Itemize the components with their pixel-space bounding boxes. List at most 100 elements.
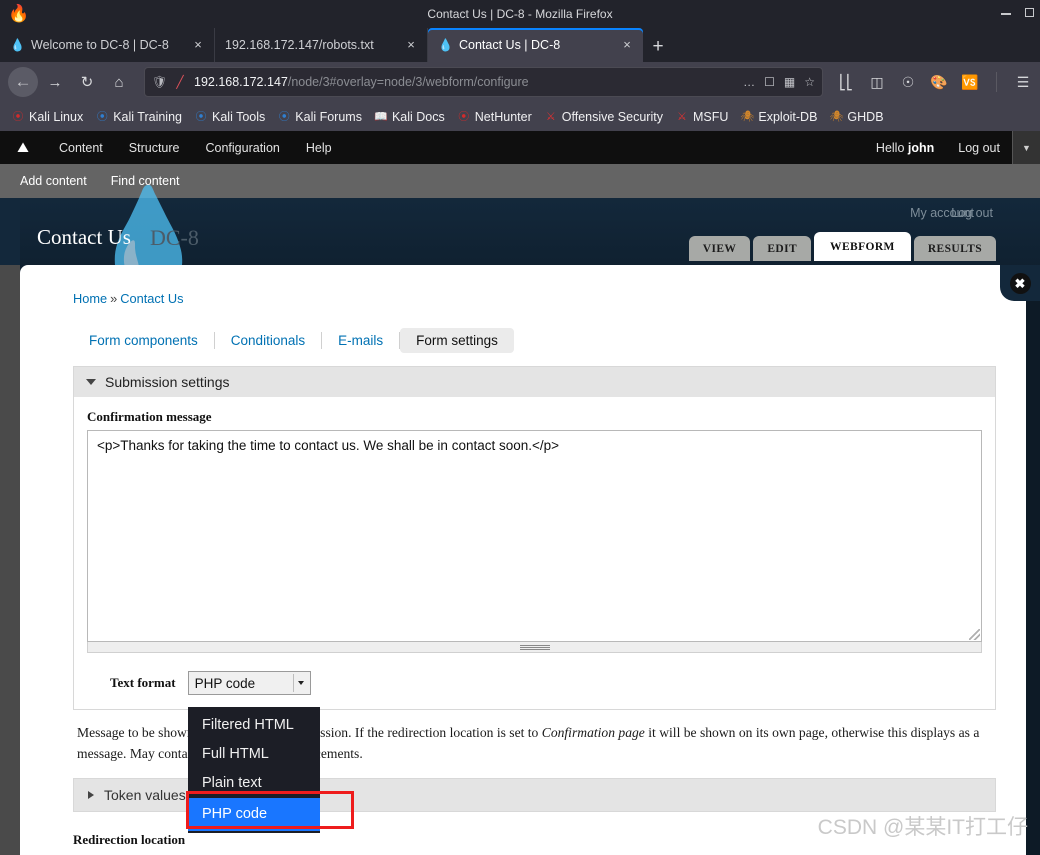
chevron-down-icon[interactable]: ▼ (1012, 131, 1040, 164)
resize-handle-icon[interactable] (969, 629, 980, 640)
window-controls (1001, 0, 1034, 28)
bookmark-label: Kali Forums (295, 109, 362, 124)
breadcrumb-home[interactable]: Home (73, 291, 107, 306)
bookmarks-toolbar: ⦿ Kali Linux ⦿ Kali Training ⦿ Kali Tool… (0, 102, 1040, 131)
bookmark-nethunter[interactable]: ⦿ NetHunter (452, 108, 537, 126)
menu-icon[interactable]: ☰ (1014, 74, 1032, 91)
drupal-favicon: 💧 (10, 38, 25, 52)
browser-tab-3[interactable]: 💧 Contact Us | DC-8 × (428, 28, 643, 62)
shortcut-add-content[interactable]: Add content (0, 174, 99, 188)
bookmark-label: Kali Docs (391, 109, 445, 124)
admin-menu-configuration[interactable]: Configuration (193, 141, 293, 155)
text-format-select[interactable]: PHP code (187, 671, 311, 695)
bookmark-label: Offensive Security (561, 109, 663, 124)
bookmark-kali-tools[interactable]: ⦿ Kali Tools (189, 108, 270, 126)
translate-addon-icon[interactable]: 🆚 (961, 74, 979, 91)
textarea-grippie[interactable] (87, 642, 982, 653)
forward-button[interactable]: → (40, 67, 70, 97)
admin-menu-content[interactable]: Content (46, 141, 116, 155)
admin-menu-structure[interactable]: Structure (116, 141, 193, 155)
bookmark-kali-docs[interactable]: 📖 Kali Docs (369, 108, 450, 126)
bookmark-kali-training[interactable]: ⦿ Kali Training (90, 108, 187, 126)
account-icon[interactable]: ☉ (899, 74, 917, 91)
bookmark-star-icon[interactable]: ☆ (804, 75, 815, 89)
text-format-row: Text format PHP code (86, 653, 983, 709)
kali-dragon-icon: ⦿ (195, 110, 207, 123)
kali-dragon-icon: ⦿ (278, 110, 290, 123)
chrome-icon-group: ⎣⎣ ◫ ☉ 🎨 🆚 ☰ (833, 72, 1032, 92)
chevron-down-icon[interactable] (292, 674, 308, 692)
overlay-close-button[interactable]: ✖ (1000, 265, 1040, 301)
bookmark-label: GHDB (847, 109, 884, 124)
firefox-logo-icon: 🔥 (8, 4, 30, 23)
admin-overlay: Home» Contact Us Form components Conditio… (20, 265, 1026, 855)
node-tab-edit[interactable]: EDIT (753, 236, 812, 261)
breadcrumb-current[interactable]: Contact Us (120, 291, 183, 306)
tab-form-components[interactable]: Form components (73, 328, 214, 353)
dropdown-option-full-html[interactable]: Full HTML (188, 740, 320, 769)
description-emphasis: Confirmation page (541, 725, 645, 740)
page-actions-icon[interactable]: … (743, 75, 755, 89)
translate-icon[interactable]: ▦ (784, 75, 795, 89)
bookmark-ghdb[interactable]: 🕷 GHDB (824, 108, 888, 126)
bookmark-exploit-db[interactable]: 🕷 Exploit-DB (735, 108, 822, 126)
greeting: Hello john (864, 141, 946, 155)
node-tab-webform[interactable]: WEBFORM (814, 232, 911, 261)
drupal-home-icon[interactable]: ⛰ (0, 139, 46, 156)
site-slogan: DC-8 (150, 225, 199, 250)
url-text: 192.168.172.147/node/3#overlay=node/3/we… (194, 75, 736, 89)
submission-settings-body: Confirmation message <p>Thanks for takin… (73, 397, 996, 710)
browser-tab-2[interactable]: 192.168.172.147/robots.txt × (215, 28, 428, 62)
back-button[interactable]: ← (8, 67, 38, 97)
minimize-icon[interactable] (1001, 9, 1011, 20)
address-bar[interactable]: 🛡 ╱ 192.168.172.147/node/3#overlay=node/… (144, 67, 823, 97)
window-titlebar: 🔥 Contact Us | DC-8 - Mozilla Firefox (0, 0, 1040, 28)
bookmark-kali-linux[interactable]: ⦿ Kali Linux (6, 108, 88, 126)
close-icon[interactable]: × (190, 37, 206, 53)
tab-emails[interactable]: E-mails (322, 328, 399, 353)
breadcrumb-separator: » (110, 291, 118, 306)
shield-icon[interactable]: 🛡 (152, 75, 167, 89)
close-icon[interactable]: × (619, 37, 635, 53)
bookmark-label: MSFU (692, 109, 729, 124)
webform-subtabs: Form components Conditionals E-mails For… (73, 328, 996, 353)
node-tab-results[interactable]: RESULTS (913, 236, 996, 261)
chevron-right-icon (88, 791, 94, 800)
browser-tab-1[interactable]: 💧 Welcome to DC-8 | DC-8 × (0, 28, 215, 62)
bookmark-msfu[interactable]: ⚔ MSFU (670, 108, 733, 126)
toolbar-divider (996, 72, 997, 92)
window-title: Contact Us | DC-8 - Mozilla Firefox (427, 7, 613, 21)
library-icon[interactable]: ⎣⎣ (837, 74, 855, 91)
site-logout-link[interactable]: Log out (951, 206, 1040, 220)
no-https-icon[interactable]: ╱ (173, 75, 187, 89)
new-tab-button[interactable]: + (643, 34, 673, 62)
bookmark-label: Kali Tools (212, 109, 266, 124)
tab-form-settings[interactable]: Form settings (400, 328, 514, 353)
grippie-lines-icon (519, 644, 550, 650)
confirmation-message-textarea[interactable]: <p>Thanks for taking the time to contact… (87, 430, 982, 642)
tab-conditionals[interactable]: Conditionals (215, 328, 321, 353)
sidebar-icon[interactable]: ◫ (868, 74, 886, 91)
theme-icon[interactable]: 🎨 (930, 74, 948, 91)
site-name: Contact Us (37, 225, 131, 249)
offsec-icon: ⚔ (677, 110, 687, 123)
nethunter-icon: ⦿ (458, 110, 470, 123)
node-tab-view[interactable]: VIEW (688, 236, 751, 261)
bookmark-kali-forums[interactable]: ⦿ Kali Forums (272, 108, 367, 126)
drupal-admin-toolbar: ⛰ Content Structure Configuration Help H… (0, 131, 1040, 164)
tab-title: 192.168.172.147/robots.txt (225, 38, 374, 52)
reader-mode-icon[interactable]: ☐ (764, 75, 775, 89)
home-button[interactable]: ⌂ (104, 67, 134, 97)
admin-logout-link[interactable]: Log out (946, 141, 1012, 155)
token-values-text: Token values (104, 787, 186, 804)
chevron-down-icon (86, 379, 96, 385)
maximize-icon[interactable] (1025, 8, 1034, 20)
bookmark-offensive-security[interactable]: ⚔ Offensive Security (539, 108, 668, 126)
reload-button[interactable]: ↻ (72, 67, 102, 97)
admin-menu-help[interactable]: Help (293, 141, 345, 155)
dropdown-option-filtered-html[interactable]: Filtered HTML (188, 711, 320, 740)
close-icon[interactable]: × (403, 37, 419, 53)
submission-settings-legend[interactable]: Submission settings (73, 366, 996, 397)
highlight-annotation-box (186, 791, 354, 829)
url-host: 192.168.172.147 (194, 75, 288, 89)
